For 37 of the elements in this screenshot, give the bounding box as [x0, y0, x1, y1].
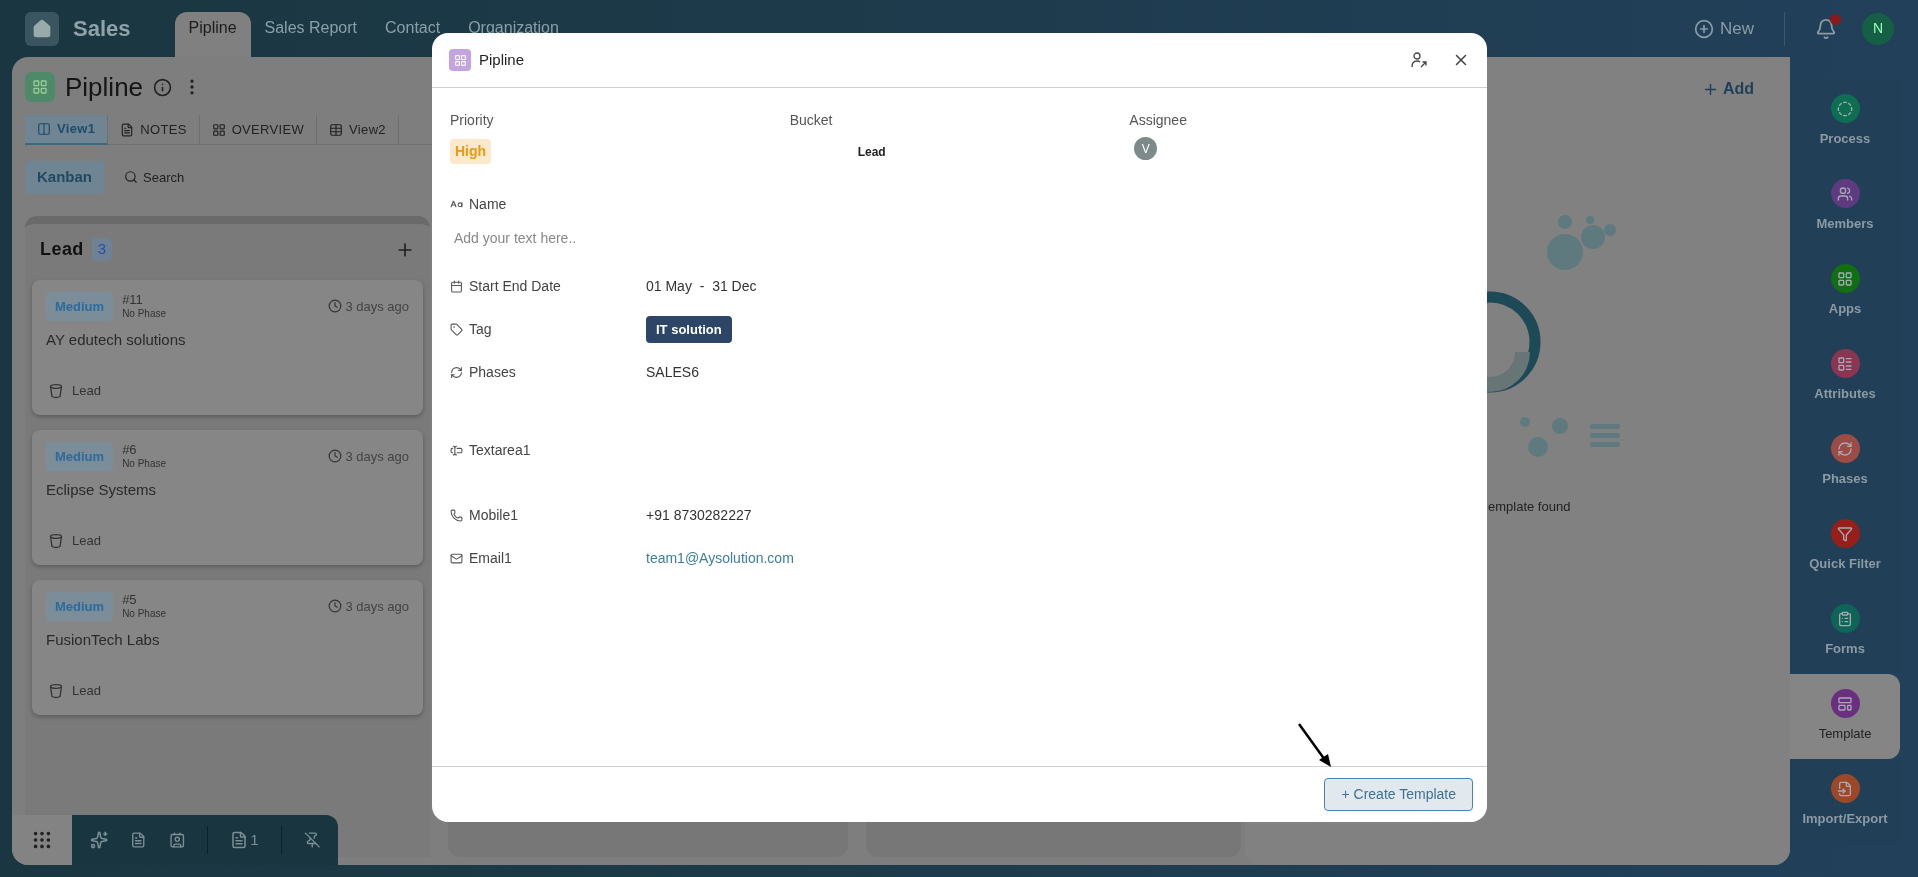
bucket-label: Lead — [72, 382, 101, 400]
field-label: Assignee — [1129, 111, 1187, 130]
card-time: 3 days ago — [345, 447, 409, 466]
priority-badge: Medium — [46, 441, 114, 471]
card-time: 3 days ago — [345, 297, 409, 316]
empty-state-text: emplate found — [1488, 498, 1571, 516]
card-phase: No Phase — [122, 607, 167, 621]
app-title: Sales — [73, 15, 131, 43]
field-label: Bucket — [789, 111, 833, 130]
field-label: Start End Date — [469, 277, 561, 296]
field-label: Tag — [469, 320, 492, 339]
card-title: AY edutech solutions — [46, 330, 187, 350]
field-label: Phases — [469, 363, 516, 382]
bucket-label: Lead — [72, 682, 101, 700]
priority-badge: Medium — [46, 591, 114, 621]
field-value: 01 May - 31 Dec — [646, 277, 757, 296]
dialog-title: Pipline — [479, 49, 525, 70]
field-label: Email1 — [469, 549, 512, 568]
field-value: +91 8730282227 — [646, 506, 752, 525]
field-label: Mobile1 — [469, 506, 519, 525]
card-phase: No Phase — [122, 307, 167, 321]
field-label: Name — [469, 195, 507, 214]
field-value: SALES6 — [646, 363, 699, 382]
card-number: #6 — [122, 441, 138, 458]
card-phase: No Phase — [122, 457, 167, 471]
card-number: #11 — [122, 291, 144, 308]
card-title: FusionTech Labs — [46, 630, 161, 650]
priority-badge: Medium — [46, 291, 114, 321]
page-title: Pipline — [65, 70, 144, 104]
bucket-label: Lead — [72, 532, 101, 550]
card-title: Eclipse Systems — [46, 480, 158, 500]
column-count: 3 — [91, 238, 113, 261]
column-title: Lead — [40, 238, 84, 261]
card-number: #5 — [122, 591, 138, 608]
field-label: Textarea1 — [469, 441, 531, 460]
field-label: Priority — [450, 111, 494, 130]
card-time: 3 days ago — [345, 597, 409, 616]
